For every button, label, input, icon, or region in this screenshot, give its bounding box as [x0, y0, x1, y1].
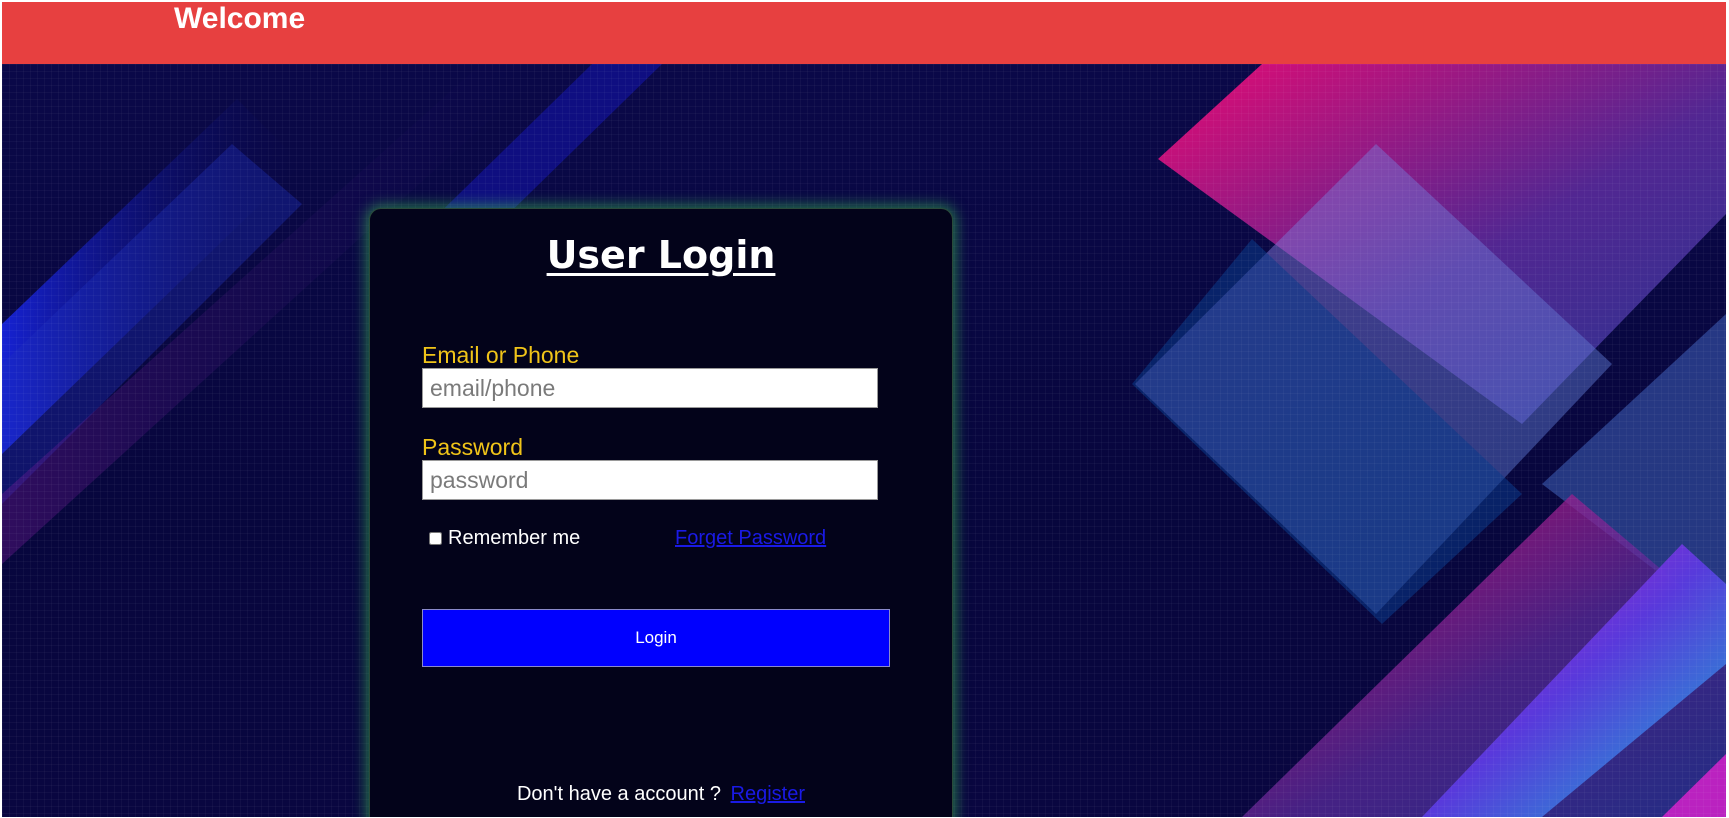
- top-header: Welcome: [2, 2, 1726, 64]
- page-frame: Welcome User Login Email or Phone email/…: [2, 2, 1726, 817]
- signup-prompt-row: Don't have a account ? Register: [370, 783, 952, 806]
- email-label: Email or Phone: [422, 342, 580, 368]
- password-input[interactable]: [422, 460, 878, 500]
- signup-prompt-text: Don't have a account ?: [516, 783, 721, 805]
- login-card: User Login Email or Phone Password Remem…: [369, 208, 953, 817]
- login-title: User Login: [546, 233, 776, 277]
- remember-me-row[interactable]: Remember me: [429, 527, 580, 550]
- remember-me-label: Remember me: [448, 527, 581, 549]
- remember-me-checkbox[interactable]: [429, 532, 442, 545]
- forgot-password-link[interactable]: Forget Password: [675, 527, 826, 550]
- header-title: Welcome: [174, 2, 306, 35]
- password-label: Password: [422, 434, 523, 460]
- register-link[interactable]: Register: [731, 783, 805, 805]
- email-input[interactable]: [422, 368, 878, 408]
- login-button[interactable]: Login: [422, 609, 890, 667]
